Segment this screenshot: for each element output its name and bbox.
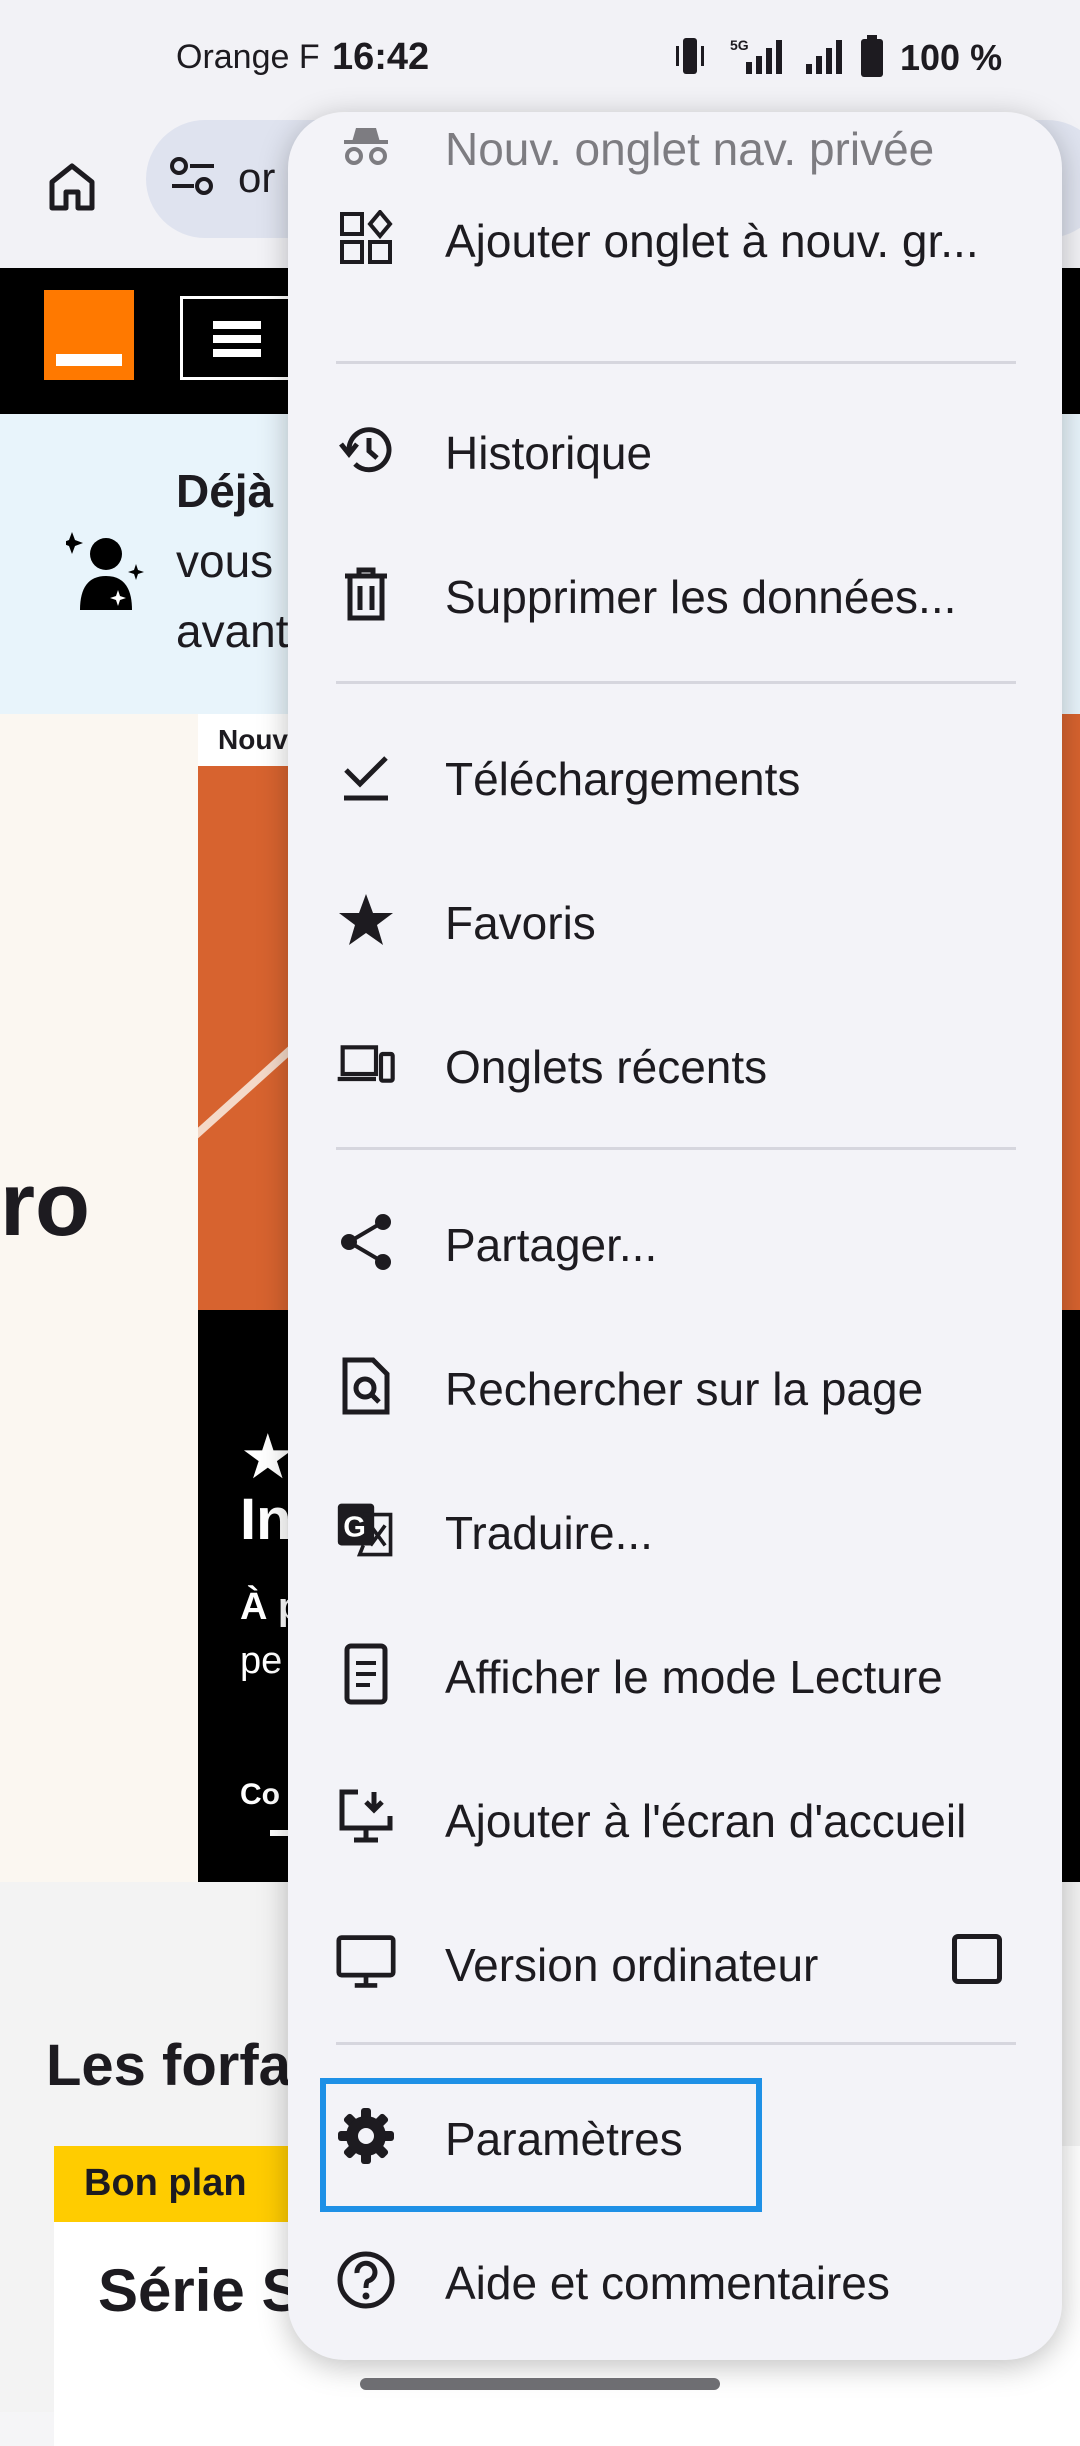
menu-item-help[interactable]: Aide et commentaires [288, 2208, 1062, 2352]
translate-icon: G [336, 1500, 396, 1560]
menu-item-label: Historique [445, 427, 653, 479]
section-title: Les forfa [46, 2033, 291, 2098]
menu-item-reader-mode[interactable]: Afficher le mode Lecture [288, 1602, 1062, 1746]
url-text: or [238, 154, 276, 201]
menu-divider [336, 2042, 1016, 2045]
status-icons: 5G 100 % [672, 34, 1003, 82]
menu-item-label: Onglets récents [445, 1041, 768, 1093]
share-icon [336, 1212, 396, 1272]
banner-line-2: vous [176, 535, 274, 587]
status-bar: Orange F 16:42 5G 100 % [0, 0, 1080, 120]
menu-item-label: Version ordinateur [445, 1939, 819, 1991]
menu-item-label: Partager... [445, 1219, 658, 1271]
menu-item-label: Afficher le mode Lecture [445, 1651, 943, 1703]
signal-icon [804, 36, 844, 81]
site-settings-icon[interactable] [168, 154, 218, 203]
gesture-bar[interactable] [360, 2378, 720, 2390]
devices-icon [336, 1034, 396, 1094]
hero-link-underline [270, 1830, 290, 1836]
menu-item-add-tab-group[interactable]: Ajouter onglet à nouv. gr... [288, 166, 1062, 310]
menu-item-label: Téléchargements [445, 753, 801, 805]
overflow-menu: Nouv. onglet nav. privée Ajouter onglet … [288, 112, 1062, 2360]
menu-item-add-to-home[interactable]: Ajouter à l'écran d'accueil [288, 1746, 1062, 1890]
trash-icon [336, 564, 396, 624]
orange-logo[interactable] [44, 290, 134, 380]
find-in-page-icon [336, 1356, 396, 1416]
hamburger-icon [213, 321, 261, 357]
tab-group-add-icon [336, 208, 396, 268]
desktop-version-checkbox[interactable] [952, 1934, 1002, 1984]
menu-item-desktop-version[interactable]: Version ordinateur [288, 1890, 1062, 2034]
plan-title: Série S [98, 2257, 302, 2324]
home-icon [49, 163, 95, 211]
menu-item-recent-tabs[interactable]: Onglets récents [288, 992, 1062, 1136]
vibrate-icon [672, 36, 708, 81]
menu-item-history[interactable]: Historique [288, 378, 1062, 522]
menu-item-label: Aide et commentaires [445, 2257, 890, 2309]
hero-tag: Nouv [198, 714, 288, 766]
menu-item-label: Traduire... [445, 1507, 653, 1559]
hero-heading: In [240, 1487, 292, 1552]
deal-badge: Bon plan [54, 2146, 294, 2222]
menu-item-share[interactable]: Partager... [288, 1170, 1062, 1314]
person-sparkle-icon [61, 524, 146, 619]
download-check-icon [336, 746, 396, 806]
star-icon [336, 890, 396, 950]
menu-item-clear-data[interactable]: Supprimer les données... [288, 522, 1062, 666]
home-button[interactable] [36, 150, 108, 222]
banner-line-3: avant [176, 605, 289, 657]
hero-text-2: pe [240, 1640, 283, 1682]
menu-item-downloads[interactable]: Téléchargements [288, 704, 1062, 848]
menu-item-label: Favoris [445, 897, 596, 949]
hero-left-panel: ro [0, 714, 198, 1882]
history-icon [336, 420, 396, 480]
menu-item-translate[interactable]: G Traduire... [288, 1458, 1062, 1602]
menu-divider [336, 361, 1016, 364]
banner-line-1: Déjà [176, 465, 274, 517]
hero-link[interactable]: Co [240, 1778, 280, 1812]
carrier-label: Orange F [176, 38, 320, 76]
battery-icon [860, 34, 884, 82]
menu-item-label: Ajouter onglet à nouv. gr... [445, 215, 979, 267]
add-to-home-icon [336, 1788, 396, 1848]
menu-divider [336, 681, 1016, 684]
help-icon [336, 2250, 396, 2310]
battery-percent: 100 % [900, 37, 1003, 78]
clock: 16:42 [332, 36, 430, 78]
signal-5g-icon: 5G [724, 36, 788, 81]
menu-item-label: Ajouter à l'écran d'accueil [445, 1795, 967, 1847]
hero-left-text: ro [0, 1155, 90, 1255]
menu-item-favorites[interactable]: Favoris [288, 848, 1062, 992]
menu-item-find-in-page[interactable]: Rechercher sur la page [288, 1314, 1062, 1458]
reader-mode-icon [336, 1643, 396, 1705]
menu-item-label: Supprimer les données... [445, 571, 957, 623]
settings-highlight-box [320, 2078, 762, 2212]
svg-text:G: G [343, 1511, 366, 1543]
menu-divider [336, 1147, 1016, 1150]
svg-text:5G: 5G [730, 37, 749, 53]
desktop-icon [336, 1932, 396, 1992]
menu-item-label: Rechercher sur la page [445, 1363, 924, 1415]
